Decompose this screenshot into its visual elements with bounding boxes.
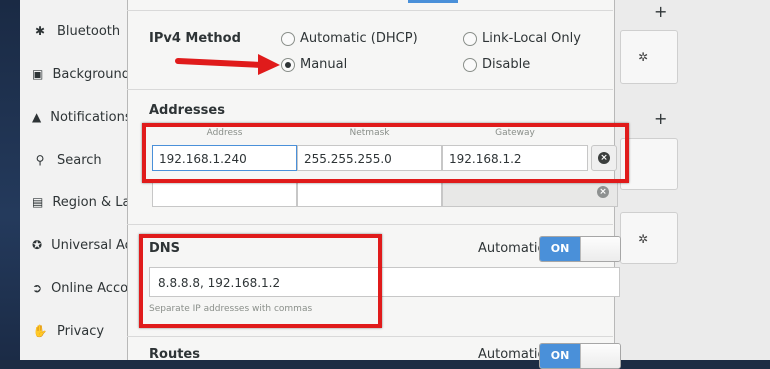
- radio-link-local-only[interactable]: Link-Local Only: [463, 31, 581, 46]
- sidebar-item-label: Privacy: [57, 323, 105, 339]
- sidebar-item-universal-access[interactable]: ✪ Universal Ac: [20, 224, 130, 266]
- sidebar-item-background[interactable]: ▣ Background: [20, 53, 130, 95]
- sidebar-item-bluetooth[interactable]: ✱ Bluetooth: [20, 10, 130, 52]
- divider: [127, 89, 613, 90]
- connection-card: [620, 30, 678, 84]
- region-icon: ▤: [32, 195, 44, 209]
- radio-label: Link-Local Only: [482, 31, 581, 46]
- add-connection-icon[interactable]: +: [654, 2, 667, 21]
- sidebar-item-online-accounts[interactable]: ➲ Online Accou: [20, 267, 130, 309]
- privacy-icon: ✋: [32, 324, 48, 338]
- connection-card: [620, 212, 678, 264]
- sidebar-item-label: Search: [57, 152, 102, 168]
- sidebar-item-search[interactable]: ⚲ Search: [20, 139, 130, 181]
- radio-circle: [463, 57, 477, 72]
- addresses-title: Addresses: [149, 103, 225, 118]
- radio-circle: [281, 31, 295, 46]
- ipv4-method-label: IPv4 Method: [149, 31, 241, 46]
- annotation-arrow-icon: [175, 54, 280, 75]
- sidebar-item-label: Online Accou: [51, 280, 131, 296]
- sidebar-item-region[interactable]: ▤ Region & La: [20, 181, 130, 223]
- sidebar-item-privacy[interactable]: ✋ Privacy: [20, 310, 130, 352]
- netmask-input[interactable]: [297, 181, 442, 207]
- active-tab-indicator: [408, 0, 458, 3]
- switch-knob: [580, 237, 620, 261]
- sidebar-item-label: Notifications: [50, 109, 131, 125]
- switch-knob: [580, 344, 620, 368]
- sidebar-item-label: Background: [52, 66, 130, 82]
- divider: [127, 336, 613, 337]
- universal-access-icon: ✪: [32, 238, 43, 252]
- desktop-background: [0, 0, 20, 360]
- radio-label: Manual: [300, 57, 348, 72]
- dns-automatic-switch[interactable]: ON: [539, 236, 621, 262]
- background-icon: ▣: [32, 67, 44, 81]
- switch-on-label: ON: [540, 344, 580, 368]
- switch-on-label: ON: [540, 237, 580, 261]
- radio-circle: [463, 31, 477, 46]
- divider: [127, 224, 613, 225]
- radio-disable[interactable]: Disable: [463, 57, 530, 72]
- online-accounts-icon: ➲: [32, 281, 43, 295]
- settings-sidebar: ✱ Bluetooth ▣ Background ▲ Notifications…: [20, 0, 131, 360]
- close-icon: ×: [597, 186, 609, 198]
- radio-manual[interactable]: Manual: [281, 57, 347, 72]
- radio-label: Automatic (DHCP): [300, 31, 418, 46]
- delete-address-button[interactable]: ×: [591, 180, 615, 204]
- search-icon: ⚲: [35, 153, 45, 167]
- annotation-highlight-addresses: [142, 123, 629, 183]
- radio-label: Disable: [482, 57, 531, 72]
- radio-automatic-dhcp[interactable]: Automatic (DHCP): [281, 31, 418, 46]
- sidebar-item-label: Region & La: [52, 194, 131, 210]
- gear-icon[interactable]: ✲: [638, 50, 648, 64]
- gear-icon[interactable]: ✲: [638, 232, 648, 246]
- notifications-icon: ▲: [32, 110, 42, 124]
- divider: [127, 10, 613, 11]
- bluetooth-icon: ✱: [34, 24, 46, 38]
- routes-automatic-switch[interactable]: ON: [539, 343, 621, 369]
- add-vpn-icon[interactable]: +: [654, 109, 667, 128]
- sidebar-item-label: Universal Ac: [51, 237, 131, 253]
- annotation-highlight-dns: [139, 234, 382, 328]
- sidebar-item-notifications[interactable]: ▲ Notifications: [20, 96, 130, 138]
- address-input[interactable]: [152, 181, 297, 207]
- sidebar-item-label: Bluetooth: [57, 23, 121, 39]
- dns-automatic-label: Automatic: [478, 241, 545, 256]
